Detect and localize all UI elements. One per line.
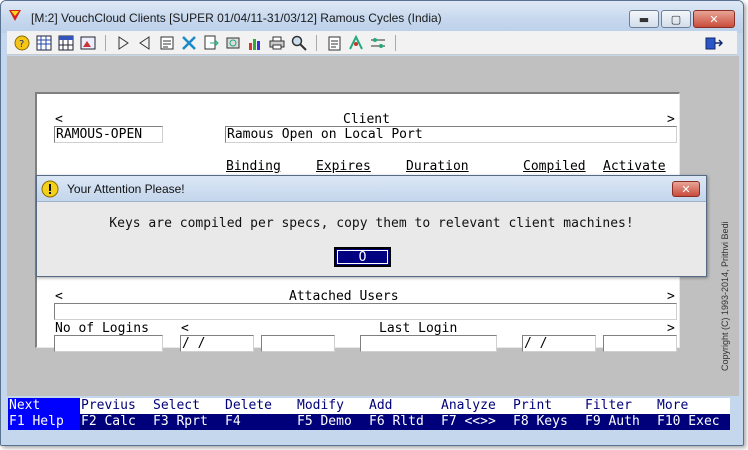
fkey-action-label: Filter [584, 398, 656, 414]
fkey-modify[interactable]: Modify F5 Demo [296, 398, 368, 430]
fkey-action-label: Next [8, 398, 80, 414]
fkey-key-label: F9 Auth [584, 414, 656, 430]
no-of-logins-field[interactable] [54, 335, 163, 352]
toolbar-divider [105, 34, 106, 51]
close-icon: ✕ [681, 182, 691, 196]
binding-column-header: Binding [226, 159, 281, 174]
fkey-print[interactable]: Print F8 Keys [512, 398, 584, 430]
exit-icon[interactable] [703, 33, 725, 53]
fkey-action-label: Print [512, 398, 584, 414]
logins-next-marker[interactable]: > [667, 322, 675, 336]
fkey-action-label: Add [368, 398, 440, 414]
fkey-key-label: F8 Keys [512, 414, 584, 430]
expires-column-header: Expires [316, 159, 371, 174]
table-icon[interactable] [55, 33, 77, 53]
fkey-key-label: F6 Rltd [368, 414, 440, 430]
last-login-field[interactable] [360, 335, 497, 352]
fkey-key-label: F2 Calc [80, 414, 152, 430]
attention-dialog: Your Attention Please! ✕ Keys are compil… [36, 175, 707, 277]
back-icon[interactable] [134, 33, 156, 53]
users-next-marker[interactable]: > [667, 290, 675, 304]
activate-column-header: Activate [603, 159, 666, 174]
notes-icon[interactable] [323, 33, 345, 53]
minimize-icon: ▬ [638, 12, 650, 26]
toolbar-divider [395, 34, 396, 51]
app-logo-icon [9, 10, 21, 21]
attached-users-field[interactable] [54, 303, 677, 320]
copyright-text: Copyright (C) 1993-2014, Prithvi Bedi [720, 221, 730, 371]
toolbar: ? [7, 31, 737, 55]
fkey-key-label: F3 Rprt [152, 414, 224, 430]
dialog-title: Your Attention Please! [67, 182, 185, 196]
help-icon[interactable]: ? [11, 33, 33, 53]
window-title: [M:2] VouchCloud Clients [SUPER 01/04/11… [31, 11, 442, 25]
maximize-button[interactable]: ▢ [661, 10, 691, 28]
title-bar[interactable]: [M:2] VouchCloud Clients [SUPER 01/04/11… [1, 1, 743, 33]
fkey-next[interactable]: Next F1 Help [8, 398, 80, 430]
fkey-action-label: Previus [80, 398, 152, 414]
fkey-select[interactable]: Select F3 Rprt [152, 398, 224, 430]
attached-users-header: Attached Users [289, 289, 399, 304]
warning-icon [41, 180, 59, 198]
fkey-action-label: Select [152, 398, 224, 414]
fkey-add[interactable]: Add F6 Rltd [368, 398, 440, 430]
fkey-action-label: Modify [296, 398, 368, 414]
fkey-previus[interactable]: Previus F2 Calc [80, 398, 152, 430]
dialog-message: Keys are compiled per specs, copy them t… [109, 216, 634, 231]
fkey-key-label: F10 Exec [656, 414, 730, 430]
svg-text:?: ? [19, 39, 24, 50]
toolbar-divider [316, 34, 317, 51]
compiled-column-header: Compiled [523, 159, 586, 174]
form-icon[interactable] [156, 33, 178, 53]
fkey-key-label: F5 Demo [296, 414, 368, 430]
client-code-field[interactable]: RAMOUS-OPEN [54, 126, 163, 143]
time-field-2[interactable] [603, 335, 677, 352]
dialog-title-bar[interactable]: Your Attention Please! ✕ [37, 176, 706, 202]
prev-marker[interactable]: < [55, 113, 63, 127]
export-icon[interactable] [200, 33, 222, 53]
image-icon[interactable] [77, 33, 99, 53]
chart-icon[interactable] [244, 33, 266, 53]
function-key-bar: Next F1 Help Previus F2 Calc Select F3 R… [8, 398, 730, 430]
search-icon[interactable] [288, 33, 310, 53]
duration-column-header: Duration [406, 159, 469, 174]
settings-icon[interactable] [345, 33, 367, 53]
app-window: [M:2] VouchCloud Clients [SUPER 01/04/11… [0, 0, 744, 446]
date-field-2[interactable]: / / [522, 335, 596, 352]
minimize-button[interactable]: ▬ [629, 10, 659, 28]
next-marker[interactable]: > [667, 113, 675, 127]
fkey-filter[interactable]: Filter F9 Auth [584, 398, 656, 430]
dialog-close-button[interactable]: ✕ [672, 181, 700, 197]
date-field[interactable]: / / [180, 335, 254, 352]
close-icon: ✕ [709, 12, 719, 26]
tools-icon[interactable] [178, 33, 200, 53]
close-button[interactable]: ✕ [693, 10, 735, 28]
fkey-action-label: Delete [224, 398, 296, 414]
grid-icon[interactable] [33, 33, 55, 53]
fkey-more[interactable]: More F10 Exec [656, 398, 730, 430]
maximize-icon: ▢ [670, 12, 682, 26]
print-icon[interactable] [266, 33, 288, 53]
client-header: Client [343, 112, 390, 127]
no-of-logins-label: No of Logins [55, 321, 149, 336]
refresh-icon[interactable] [222, 33, 244, 53]
client-name-field[interactable]: Ramous Open on Local Port [225, 126, 677, 143]
users-prev-marker[interactable]: < [55, 290, 63, 304]
fkey-key-label: F1 Help [8, 414, 80, 430]
sliders-icon[interactable] [367, 33, 389, 53]
fkey-action-label: Analyze [440, 398, 512, 414]
fkey-analyze[interactable]: Analyze F7 <<>> [440, 398, 512, 430]
last-login-label: Last Login [379, 321, 458, 336]
fkey-key-label: F7 <<>> [440, 414, 512, 430]
play-icon[interactable] [112, 33, 134, 53]
logins-prev-marker[interactable]: < [181, 322, 189, 336]
fkey-delete[interactable]: Delete F4 [224, 398, 296, 430]
time-field[interactable] [261, 335, 335, 352]
fkey-action-label: More [656, 398, 730, 414]
ok-button[interactable]: O [334, 247, 391, 267]
fkey-key-label: F4 [224, 414, 296, 430]
